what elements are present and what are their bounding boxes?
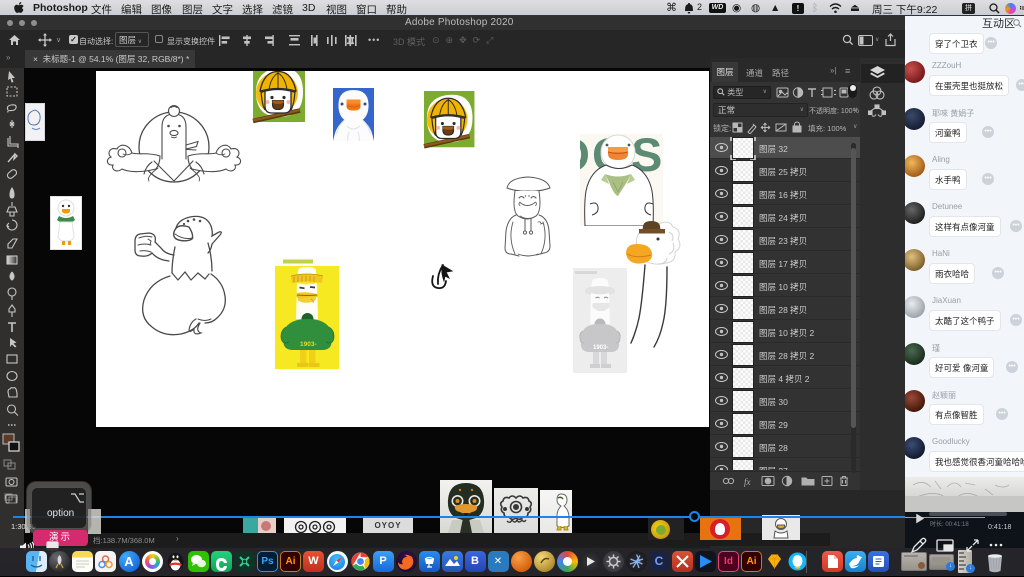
svg-text:1903-: 1903- [593,345,608,351]
svg-text:1903-: 1903- [300,341,317,348]
svg-text:fx: fx [744,477,751,487]
svg-text:D: D [556,128,590,181]
